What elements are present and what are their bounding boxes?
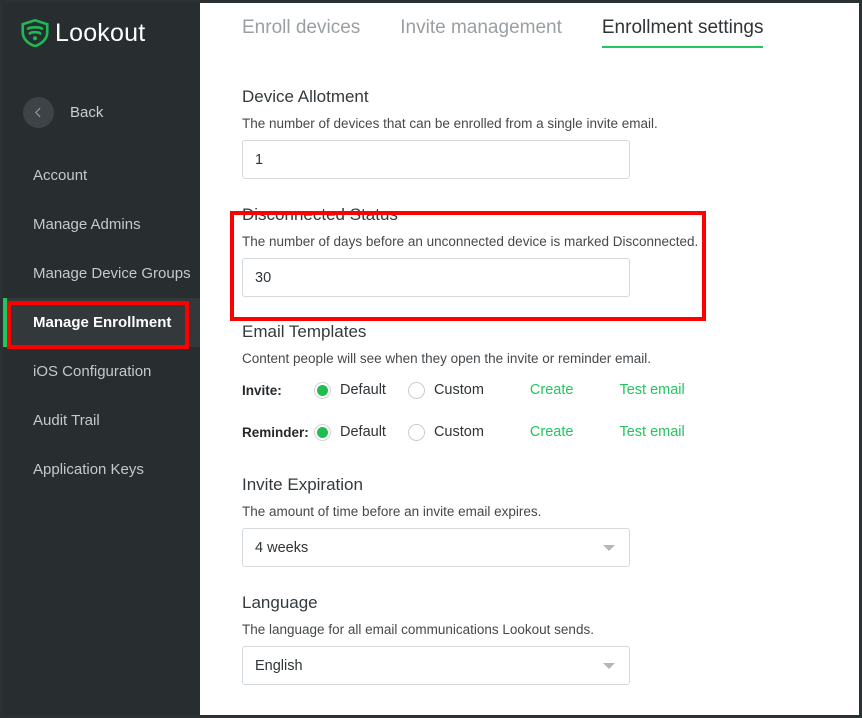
sidebar-item-manage-enrollment[interactable]: Manage Enrollment [3, 298, 200, 347]
section-description: Content people will see when they open t… [242, 351, 859, 366]
reminder-default-radio[interactable]: Default [314, 424, 386, 441]
invite-template-row: Invite: Default Custom Create Test email [242, 375, 859, 405]
section-title: Email Templates [242, 322, 859, 342]
settings-sections: Device Allotment The number of devices t… [200, 87, 859, 685]
sidebar-item-label: iOS Configuration [33, 363, 151, 380]
sidebar-item-label: Account [33, 167, 87, 184]
section-description: The amount of time before an invite emai… [242, 504, 859, 519]
tab-label: Enroll devices [242, 17, 360, 38]
device-allotment-value: 1 [255, 152, 263, 168]
sidebar-item-label: Manage Admins [33, 216, 141, 233]
sidebar-item-manage-device-groups[interactable]: Manage Device Groups [3, 249, 200, 298]
sidebar-item-audit-trail[interactable]: Audit Trail [3, 396, 200, 445]
sidebar-item-account[interactable]: Account [3, 151, 200, 200]
radio-filled-icon [314, 382, 331, 399]
tab-enrollment-settings[interactable]: Enrollment settings [602, 17, 764, 48]
device-allotment-input[interactable]: 1 [242, 140, 630, 179]
back-label: Back [70, 104, 103, 121]
section-disconnected-status: Disconnected Status The number of days b… [242, 205, 859, 297]
radio-empty-icon [408, 382, 425, 399]
section-description: The number of days before an unconnected… [242, 234, 859, 249]
tab-label: Enrollment settings [602, 17, 764, 38]
section-title: Device Allotment [242, 87, 859, 107]
reminder-create-link[interactable]: Create [530, 424, 574, 440]
sidebar-item-manage-admins[interactable]: Manage Admins [3, 200, 200, 249]
chevron-left-icon [23, 97, 54, 128]
tab-label: Invite management [400, 17, 562, 38]
sidebar-item-ios-configuration[interactable]: iOS Configuration [3, 347, 200, 396]
reminder-default-label: Default [340, 424, 386, 440]
invite-expiration-select[interactable]: 4 weeks [242, 528, 630, 567]
section-title: Disconnected Status [242, 205, 859, 225]
language-select[interactable]: English [242, 646, 630, 685]
section-invite-expiration: Invite Expiration The amount of time bef… [242, 475, 859, 567]
tab-bar: Enroll devices Invite management Enrollm… [200, 3, 859, 57]
invite-default-label: Default [340, 382, 386, 398]
section-description: The number of devices that can be enroll… [242, 116, 859, 131]
invite-default-radio[interactable]: Default [314, 382, 386, 399]
app-window: Lookout Back Account Manage Admins Manag… [0, 0, 862, 718]
reminder-custom-label: Custom [434, 424, 484, 440]
sidebar-item-label: Manage Enrollment [33, 314, 171, 331]
invite-create-link[interactable]: Create [530, 382, 574, 398]
section-device-allotment: Device Allotment The number of devices t… [242, 87, 859, 179]
invite-custom-radio[interactable]: Custom [408, 382, 484, 399]
reminder-row-label: Reminder: [242, 425, 314, 440]
brand-name: Lookout [55, 19, 145, 48]
shield-logo-icon [21, 19, 49, 47]
invite-custom-label: Custom [434, 382, 484, 398]
disconnected-status-input[interactable]: 30 [242, 258, 630, 297]
sidebar: Lookout Back Account Manage Admins Manag… [3, 3, 200, 715]
main-content: Enroll devices Invite management Enrollm… [200, 3, 859, 715]
invite-row-label: Invite: [242, 383, 314, 398]
section-description: The language for all email communication… [242, 622, 859, 637]
section-email-templates: Email Templates Content people will see … [242, 322, 859, 447]
section-language: Language The language for all email comm… [242, 593, 859, 685]
tab-enroll-devices[interactable]: Enroll devices [242, 17, 360, 48]
section-title: Language [242, 593, 859, 613]
chevron-down-icon [603, 545, 615, 551]
chevron-down-icon [603, 663, 615, 669]
radio-filled-icon [314, 424, 331, 441]
tab-invite-management[interactable]: Invite management [400, 17, 562, 48]
sidebar-item-label: Audit Trail [33, 412, 100, 429]
sidebar-item-application-keys[interactable]: Application Keys [3, 445, 200, 494]
disconnected-status-value: 30 [255, 270, 271, 286]
invite-test-email-link[interactable]: Test email [619, 382, 684, 398]
sidebar-item-label: Application Keys [33, 461, 144, 478]
language-value: English [255, 658, 303, 674]
back-button[interactable]: Back [3, 95, 200, 129]
section-title: Invite Expiration [242, 475, 859, 495]
sidebar-item-label: Manage Device Groups [33, 265, 191, 282]
brand: Lookout [3, 3, 200, 47]
invite-expiration-value: 4 weeks [255, 540, 308, 556]
reminder-test-email-link[interactable]: Test email [619, 424, 684, 440]
sidebar-nav: Account Manage Admins Manage Device Grou… [3, 151, 200, 494]
reminder-custom-radio[interactable]: Custom [408, 424, 484, 441]
radio-empty-icon [408, 424, 425, 441]
reminder-template-row: Reminder: Default Custom Create Test ema… [242, 417, 859, 447]
